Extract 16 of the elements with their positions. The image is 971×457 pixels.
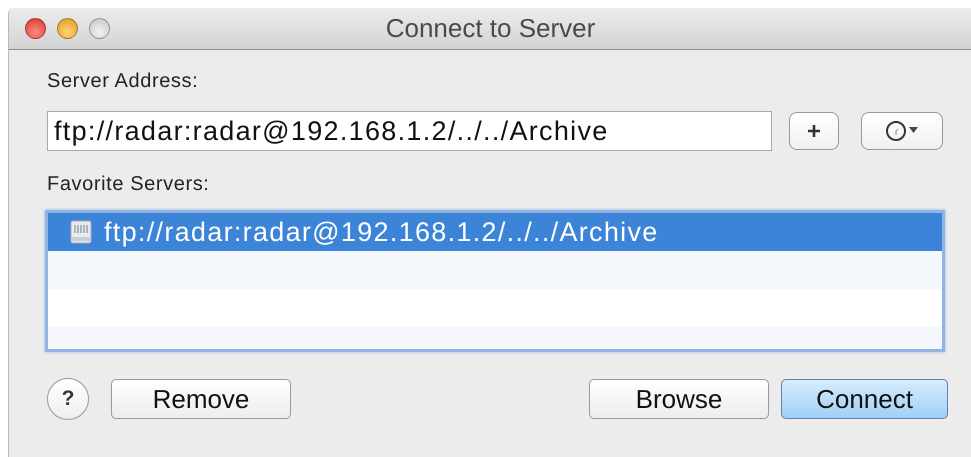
help-button[interactable]: ?	[47, 378, 89, 420]
list-label: Favorite Servers:	[47, 173, 210, 196]
field-label: Server Address:	[47, 70, 198, 93]
recent-servers-button[interactable]	[861, 112, 943, 150]
add-favorite-button[interactable]	[789, 112, 839, 150]
drive-icon	[70, 220, 92, 244]
server-address-field[interactable]: ftp://radar:radar@192.168.1.2/../../Archive	[47, 111, 772, 151]
push-button[interactable]: Browse	[589, 379, 769, 419]
default-button[interactable]: Connect	[781, 379, 948, 419]
window-title: Connect to Server	[386, 13, 596, 44]
clock-icon	[885, 120, 919, 142]
server-list-item[interactable]: ftp://radar:radar@192.168.1.2/../../Archive	[48, 213, 942, 251]
close-window-button[interactable]	[25, 18, 46, 39]
minimize-window-button[interactable]	[57, 18, 78, 39]
push-button[interactable]: Remove	[111, 379, 291, 419]
plus-icon	[807, 124, 821, 138]
